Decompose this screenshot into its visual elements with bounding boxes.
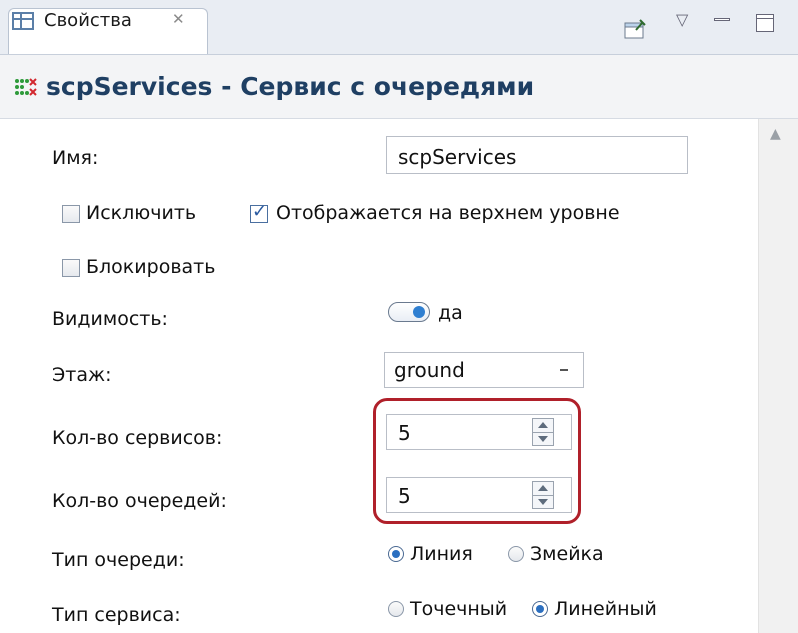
service-type-label: Тип сервиса: — [52, 604, 181, 626]
floor-label: Этаж: — [52, 364, 112, 386]
service-type-linear-radio[interactable] — [532, 601, 548, 617]
name-value: scpServices — [398, 145, 517, 169]
visibility-label: Видимость: — [52, 308, 168, 330]
lock-checkbox[interactable] — [62, 259, 80, 277]
tab-label: Свойства — [44, 10, 132, 31]
page-title: scpServices - Сервис с очередями — [46, 72, 535, 101]
lock-label: Блокировать — [86, 256, 216, 278]
view-menu-icon[interactable]: ▽ — [676, 10, 688, 29]
service-type-linear-label: Линейный — [554, 598, 657, 620]
chevron-down-icon[interactable] — [548, 353, 582, 387]
minimize-icon[interactable] — [714, 18, 730, 21]
close-tab-icon[interactable]: ✕ — [172, 10, 185, 28]
queue-type-line-label: Линия — [410, 543, 473, 565]
scroll-up-icon[interactable]: ▲ — [770, 126, 781, 142]
exclude-checkbox[interactable] — [62, 205, 80, 223]
visibility-toggle[interactable] — [388, 302, 430, 322]
service-count-label: Кол-во сервисов: — [52, 427, 223, 449]
service-queues-icon — [15, 78, 37, 96]
top-level-label: Отображается на верхнем уровне — [276, 202, 620, 224]
properties-table-icon — [12, 12, 34, 30]
maximize-icon[interactable] — [756, 14, 774, 32]
exclude-label: Исключить — [86, 202, 197, 224]
queue-type-snake-radio[interactable] — [508, 546, 524, 562]
vertical-scrollbar[interactable] — [758, 119, 798, 633]
top-level-checkbox[interactable] — [250, 201, 268, 223]
queue-count-label: Кол-во очередей: — [52, 490, 227, 512]
toggle-knob — [413, 306, 425, 318]
service-type-point-radio[interactable] — [388, 601, 404, 617]
pin-icon[interactable] — [624, 18, 646, 40]
floor-value: ground — [394, 358, 465, 382]
queue-type-snake-label: Змейка — [530, 543, 604, 565]
service-type-point-label: Точечный — [410, 598, 508, 620]
highlight-frame — [373, 398, 581, 524]
queue-type-line-radio[interactable] — [388, 546, 404, 562]
name-label: Имя: — [52, 147, 99, 169]
visibility-value: да — [438, 302, 463, 324]
queue-type-label: Тип очереди: — [52, 549, 185, 571]
